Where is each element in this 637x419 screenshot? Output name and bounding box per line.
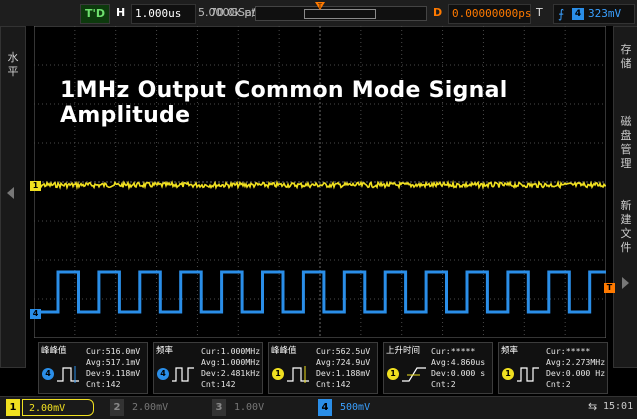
measurement-stats: Cur:***** Avg:4.860us Dev:0.000 s Cnt:2 <box>431 346 486 389</box>
peak-peak-icon <box>57 366 79 383</box>
usb-icon: ⇆ <box>588 400 598 413</box>
measurement-name: 峰峰值 <box>271 346 297 356</box>
measurement-item[interactable]: 峰峰值 4 Cur:516.0mV Avg:517.1mV Dev:9.118m… <box>38 342 148 394</box>
overlay-title: 1MHz Output Common Mode Signal Amplitude <box>60 78 508 128</box>
trigger-position-icon: T <box>315 2 325 10</box>
trigger-mode-indicator[interactable]: T'D <box>80 4 110 24</box>
measurement-stats: Cur:***** Avg:2.273MHz Dev:0.000 Hz Cnt:… <box>546 346 606 389</box>
ch2-scale-tab[interactable]: 2 2.00mV <box>110 399 200 416</box>
left-panel-char: 水 <box>7 51 19 64</box>
menu-char: 件 <box>620 241 632 254</box>
channel-scale: 2.00mV <box>132 402 169 413</box>
channel-badge: 4 <box>42 368 54 380</box>
waveform-display[interactable] <box>34 26 606 338</box>
left-panel-char: 平 <box>7 65 19 78</box>
timebase-value[interactable]: 1.000us <box>131 4 196 24</box>
measurement-name: 上升时间 <box>386 346 421 356</box>
channel-badge: 1 <box>502 368 514 380</box>
svg-text:T: T <box>317 3 322 10</box>
channel-badge: 4 <box>157 368 169 380</box>
ch1-offset-marker[interactable]: 1 <box>30 181 41 191</box>
channel-number: 4 <box>318 399 332 416</box>
measurement-item[interactable]: 上升时间 1 Cur:***** Avg:4.860us Dev:0.000 s… <box>383 342 493 394</box>
top-status-bar: T'D H 1.000us 5.000GSa/s 70.0k pts T D 0… <box>0 0 637 26</box>
measurement-item[interactable]: 峰峰值 1 Cur:562.5uV Avg:724.9uV Dev:1.188m… <box>268 342 378 394</box>
frequency-icon <box>172 367 194 382</box>
measurement-panel: 峰峰值 4 Cur:516.0mV Avg:517.1mV Dev:9.118m… <box>38 342 608 394</box>
delay-label: D <box>433 6 443 19</box>
ch3-scale-tab[interactable]: 3 1.00V <box>212 399 302 416</box>
ch1-scale-tab[interactable]: 1 2.00mV <box>6 399 96 416</box>
channel-number: 2 <box>110 399 124 416</box>
channel-status-bar: 1 2.00mV 2 2.00mV 3 1.00V 4 500mV ⇆ 15:0… <box>0 396 637 419</box>
menu-char: 存 <box>620 43 632 56</box>
ch4-scale-tab[interactable]: 4 500mV <box>318 399 428 416</box>
waveform-memory-overview[interactable] <box>255 6 427 21</box>
measurement-item[interactable]: 频率 1 Cur:***** Avg:2.273MHz Dev:0.000 Hz… <box>498 342 608 394</box>
delay-value[interactable]: 0.00000000ps <box>448 4 531 24</box>
menu-char: 理 <box>620 157 632 170</box>
collapse-left-icon[interactable] <box>7 187 14 199</box>
menu-char: 储 <box>620 57 632 70</box>
peak-peak-icon <box>287 366 309 383</box>
menu-char: 文 <box>620 227 632 240</box>
measurement-item[interactable]: 频率 4 Cur:1.000MHz Avg:1.000MHz Dev:2.481… <box>153 342 263 394</box>
system-clock: 15:01 <box>603 401 634 412</box>
channel-number: 1 <box>6 399 20 416</box>
trigger-level-marker[interactable]: T <box>604 283 615 293</box>
measurement-name: 峰峰值 <box>41 346 67 356</box>
trigger-level: 323mV <box>588 7 622 20</box>
menu-char: 新 <box>620 199 632 212</box>
measurement-stats: Cur:562.5uV Avg:724.9uV Dev:1.188mV Cnt:… <box>316 346 371 389</box>
rising-edge-icon: ⨍ <box>558 7 565 21</box>
measurement-name: 频率 <box>156 346 174 356</box>
trigger-label: T <box>536 6 543 19</box>
menu-char: 盘 <box>620 129 632 142</box>
channel-scale: 1.00V <box>234 402 265 413</box>
channel-number: 3 <box>212 399 226 416</box>
expand-right-icon[interactable] <box>622 277 629 289</box>
channel-badge: 1 <box>272 368 284 380</box>
frequency-icon <box>517 367 539 382</box>
measurement-stats: Cur:516.0mV Avg:517.1mV Dev:9.118mV Cnt:… <box>86 346 141 389</box>
trigger-settings[interactable]: ⨍ 4 323mV <box>553 4 635 24</box>
channel-scale: 2.00mV <box>22 399 94 416</box>
menu-char: 建 <box>620 213 632 226</box>
memory-depth: 70.0k pts <box>210 6 262 19</box>
measurement-name: 频率 <box>501 346 519 356</box>
channel-badge: 1 <box>387 368 399 380</box>
trigger-source-badge: 4 <box>572 8 584 20</box>
menu-char: 管 <box>620 143 632 156</box>
ch4-offset-marker[interactable]: 4 <box>30 309 41 319</box>
channel-scale: 500mV <box>340 402 371 413</box>
rise-time-icon <box>402 367 426 382</box>
measurement-stats: Cur:1.000MHz Avg:1.000MHz Dev:2.481kHz C… <box>201 346 261 389</box>
horizontal-menu-panel[interactable]: 水 平 <box>0 26 26 368</box>
horizontal-label: H <box>116 6 126 19</box>
